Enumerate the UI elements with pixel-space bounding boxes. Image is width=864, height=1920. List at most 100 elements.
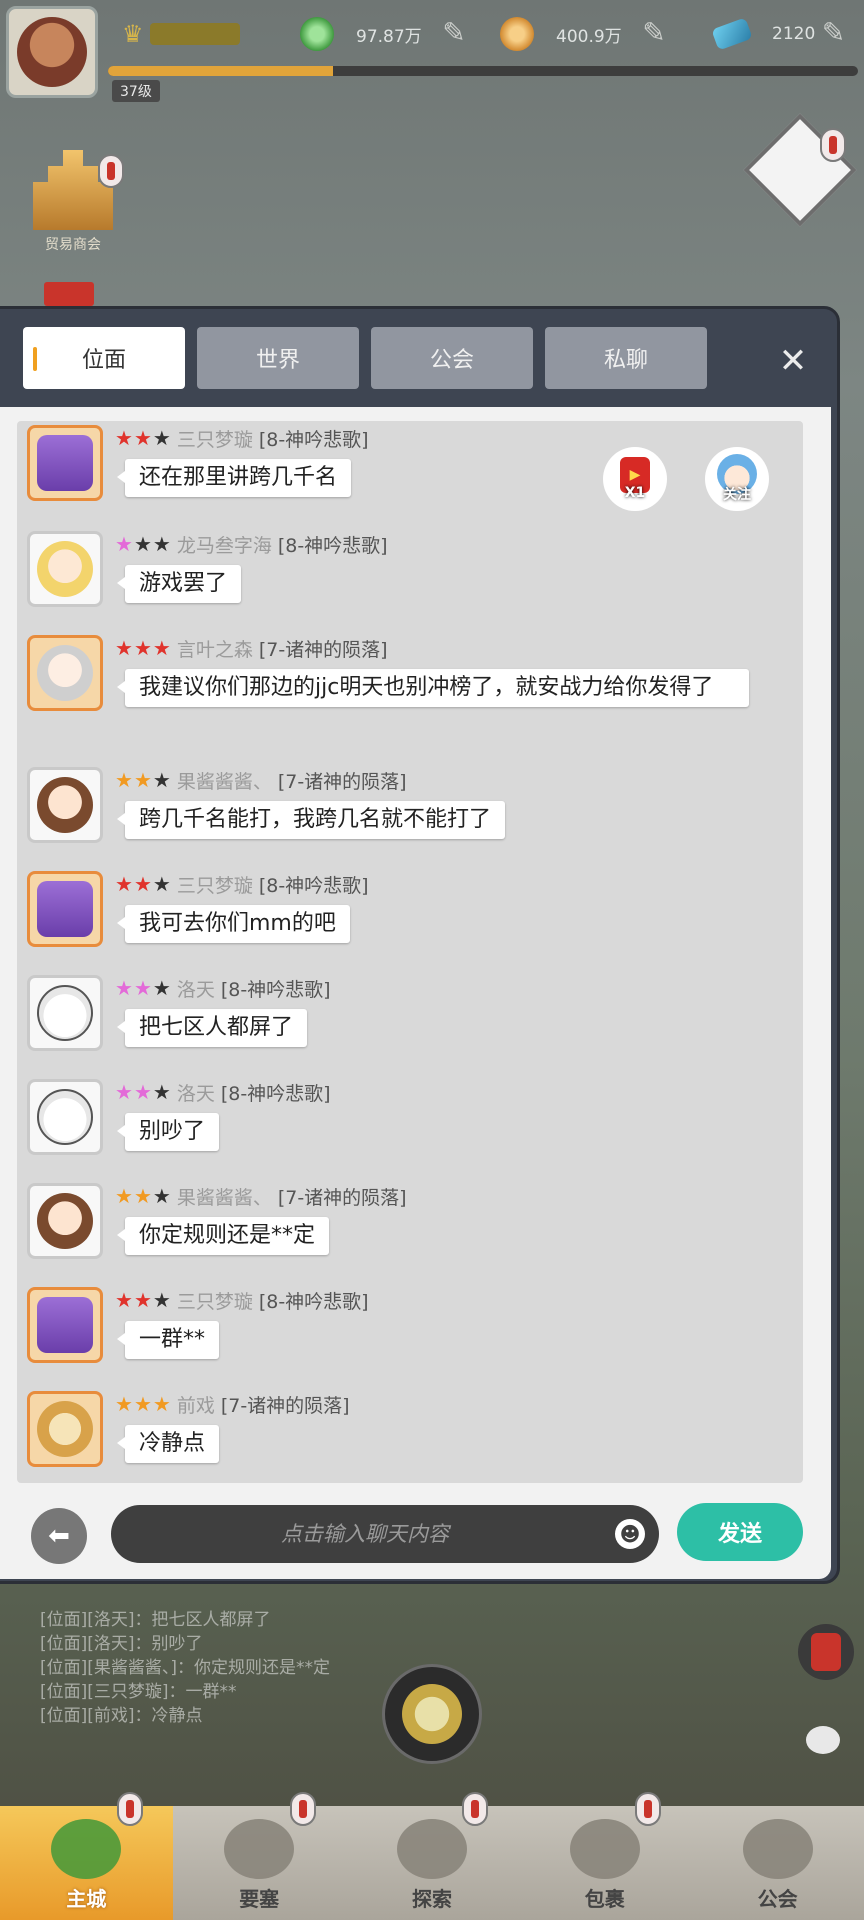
sender-server: [8-神吟悲歌] [258,874,369,897]
resource-gold[interactable]: 400.9万 ✎ [500,14,666,54]
rank-stars: ★ ★ ★ [115,1394,171,1414]
sender-name[interactable]: 言叶之森 [177,635,253,662]
side-event-button[interactable] [743,113,857,230]
chat-input[interactable] [111,1505,659,1563]
message-list[interactable]: ★ ★ ★ 三只梦璇 [8-神吟悲歌] 还在那里讲跨几千名 ★ ★ ★ 龙马叁字海 [8-神吟悲歌]… [17,421,803,1483]
sender-avatar[interactable] [27,531,103,607]
star-icon: ★ [133,976,152,1000]
sender-avatar[interactable] [27,1391,103,1467]
sender-name[interactable]: 三只梦璇 [177,425,253,452]
sender-name[interactable]: 三只梦璇 [177,871,253,898]
tab-plane[interactable]: 位面 [23,327,185,389]
nav-explore[interactable]: 探索 [346,1792,519,1920]
message-meta: ★ ★ ★ 洛天 [8-神吟悲歌] [115,1079,331,1105]
log-line: [位面][果酱酱酱、]：你定规则还是**定 [40,1658,331,1678]
nav-label: 探索 [411,1887,452,1911]
nav-label: 要塞 [239,1887,280,1911]
message-bubble: 我可去你们mm的吧 [117,905,350,943]
pet-button[interactable] [382,1664,482,1764]
message-bubble: 还在那里讲跨几千名 [116,459,352,497]
close-icon[interactable]: ✕ [773,341,813,381]
chat-input-box[interactable]: ☻ [111,1505,659,1563]
level-label: 37级 [112,80,160,102]
trade-guild-label: 贸易商会 [45,237,101,253]
resource-value: 2120 [772,24,816,44]
add-icon[interactable]: ✎ [822,16,845,49]
rank-stars: ★ ★ ★ [115,874,171,894]
rank-stars: ★ ★ ★ [115,1082,171,1102]
sender-avatar[interactable] [27,871,103,947]
xp-bar-fill [108,66,333,76]
message-meta: ★ ★ ★ 洛天 [8-神吟悲歌] [115,975,331,1001]
star-icon: ★ [152,1184,171,1208]
sender-name[interactable]: 果酱酱酱、 [177,1183,272,1210]
sender-name[interactable]: 洛天 [177,1079,215,1106]
sender-avatar[interactable] [27,767,103,843]
player-avatar[interactable] [6,6,98,98]
resource-value: 400.9万 [556,26,622,47]
sender-server: [8-神吟悲歌] [277,534,388,557]
nav-fortress[interactable]: 要塞 [173,1792,346,1920]
blonde-avatar-icon [37,541,93,597]
star-icon: ★ [115,976,133,1000]
sender-name[interactable]: 洛天 [177,975,215,1002]
star-icon: ★ [115,532,133,556]
rank-stars: ★ ★ ★ [115,638,171,658]
silver-avatar-icon [37,645,93,701]
sender-server: [7-诸神的陨落] [277,770,407,793]
green-gem-icon [300,17,334,51]
tab-guild[interactable]: 公会 [371,327,533,389]
sender-avatar[interactable] [27,1183,103,1259]
rank-stars: ★ ★ ★ [115,978,171,998]
star-icon: ★ [115,1184,133,1208]
nav-main-city[interactable]: 主城 [0,1792,173,1920]
tab-world[interactable]: 世界 [197,327,359,389]
explore-icon [396,1819,467,1879]
player-portrait [17,17,87,87]
nav-label: 包裹 [584,1887,625,1911]
bottom-nav: 主城 要塞 探索 包裹 公会 [0,1792,864,1920]
message-bubble: 跨几千名能打，我跨几名就不能打了 [116,801,506,839]
add-icon[interactable]: ✎ [642,16,665,49]
rank-stars: ★ ★ ★ [115,770,171,790]
sender-avatar[interactable] [27,1079,103,1155]
red-packet-button[interactable]: ▶ X1 [603,447,667,511]
sender-name[interactable]: 龙马叁字海 [177,531,272,558]
add-icon[interactable]: ✎ [442,16,465,49]
star-icon: ★ [115,872,133,896]
gold-coin-icon [500,17,534,51]
emoji-icon[interactable]: ☻ [615,1519,645,1549]
rank-badge[interactable]: ♛ [122,18,262,50]
side-red-packet-button[interactable] [798,1624,854,1680]
sender-avatar[interactable] [27,635,103,711]
nav-guild[interactable]: 公会 [691,1806,864,1920]
sender-avatar[interactable] [27,1287,103,1363]
sender-name[interactable]: 果酱酱酱、 [177,767,272,794]
star-icon: ★ [133,1080,152,1104]
nav-bag[interactable]: 包裹 [518,1792,691,1920]
lock-badge-icon [635,1792,662,1826]
trade-guild-button[interactable]: 贸易商会 [18,150,128,260]
sender-server: [8-神吟悲歌] [220,978,331,1001]
chat-bubble-icon[interactable] [806,1726,840,1754]
star-icon: ★ [152,636,171,660]
send-button[interactable]: 发送 [677,1503,803,1561]
resource-diamond[interactable]: 2120 ✎ [711,14,845,54]
cat-avatar-icon [37,1401,93,1457]
follow-button[interactable]: 关注 [705,447,769,511]
message-bubble: 别吵了 [116,1113,220,1151]
follow-label: 关注 [723,487,751,503]
resource-value: 97.87万 [356,26,422,47]
resource-green[interactable]: 97.87万 ✎ [300,14,466,54]
star-icon: ★ [115,1392,133,1416]
rank-stars: ★ ★ ★ [115,534,171,554]
tab-private[interactable]: 私聊 [545,327,707,389]
purple-avatar-icon [37,435,93,491]
message-bubble: 一群** [116,1321,220,1359]
sender-name[interactable]: 三只梦璇 [177,1287,253,1314]
back-arrow-icon[interactable]: ⬅ [31,1508,87,1564]
sender-avatar[interactable] [27,425,103,501]
sender-avatar[interactable] [27,975,103,1051]
star-icon: ★ [133,1392,152,1416]
sender-name[interactable]: 前戏 [177,1391,215,1418]
